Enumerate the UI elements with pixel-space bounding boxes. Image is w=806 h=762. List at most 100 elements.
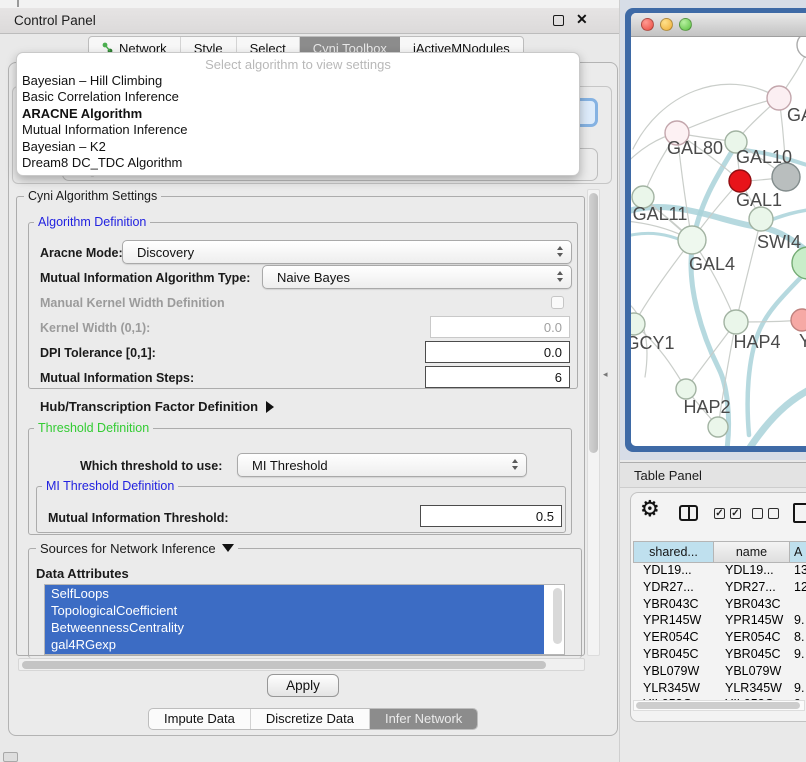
top-tick-mark (17, 0, 19, 7)
node-label: GCY1 (631, 333, 675, 353)
algorithm-dropdown-prompt: Select algorithm to view settings (17, 56, 579, 73)
network-window-titlebar[interactable] (631, 13, 806, 37)
node-label: GAL (787, 105, 806, 125)
close-icon[interactable]: ✕ (576, 11, 588, 28)
network-node[interactable] (708, 417, 728, 437)
network-node-swi4[interactable] (749, 207, 773, 231)
node-label: HAP2 (683, 397, 730, 417)
checked-checkbox-icon: ✓ (714, 508, 725, 519)
node-label: GAL4 (689, 254, 735, 274)
hub-definition-toggle[interactable]: Hub/Transcription Factor Definition (40, 399, 274, 414)
new-table-icon[interactable] (793, 503, 806, 523)
table-cell: YBR045C (725, 647, 781, 661)
node-label: GAL1 (736, 190, 782, 210)
hidden-panel-tab[interactable] (3, 752, 18, 762)
network-canvas[interactable]: GALGAL80GAL10GAL1GAL11SWI4GAL4GCY1HAP4YH… (631, 37, 806, 446)
sources-toggle[interactable]: Sources for Network Inference (36, 541, 238, 556)
gear-icon[interactable]: ⚙ (640, 496, 660, 522)
table-horizontal-scrollbar[interactable] (633, 700, 805, 711)
tab-infer-network[interactable]: Infer Network (370, 709, 477, 729)
algorithm-definition-label: Algorithm Definition (34, 215, 150, 229)
cyni-bottom-tabbar: Impute Data Discretize Data Infer Networ… (148, 708, 478, 730)
column-header-shared-name[interactable]: shared... (633, 541, 714, 563)
table-panel-title: Table Panel (634, 468, 702, 483)
split-columns-icon[interactable] (679, 505, 698, 521)
network-edge[interactable] (634, 240, 692, 324)
scrollbar-thumb[interactable] (22, 661, 546, 669)
table-row[interactable]: YBR043CYBR043C (633, 597, 806, 614)
list-scrollbar[interactable] (553, 588, 562, 644)
tab-discretize-data[interactable]: Discretize Data (251, 709, 370, 729)
network-node-hap2[interactable] (676, 379, 696, 399)
algorithm-option[interactable]: Bayesian – K2 (17, 139, 579, 155)
attribute-item[interactable]: TopologicalCoefficient (45, 602, 544, 619)
table-cell: 9. (794, 613, 804, 627)
mi-steps-field[interactable] (425, 366, 570, 388)
column-header-partial[interactable]: A (790, 541, 806, 563)
table-cell: YPR145W (643, 613, 701, 627)
table-cell: YLR345W (725, 681, 782, 695)
algorithm-option[interactable]: Bayesian – Hill Climbing (17, 73, 579, 89)
select-all-columns-icon[interactable]: ✓ ✓ (714, 508, 741, 519)
table-row[interactable]: YDL19...YDL19...13 (633, 563, 806, 580)
table-row[interactable]: YER054CYER054C8. (633, 630, 806, 647)
settings-vertical-scrollbar[interactable] (587, 189, 600, 656)
scrollbar-thumb[interactable] (589, 193, 598, 453)
column-header-name[interactable]: name (714, 541, 790, 563)
table-cell: YDR27... (643, 580, 694, 594)
manual-kernel-checkbox[interactable] (551, 296, 564, 309)
panel-title: Control Panel (14, 13, 96, 28)
tab-impute-data[interactable]: Impute Data (149, 709, 251, 729)
node-label: GAL10 (736, 147, 792, 167)
table-cell: YLR345W (643, 681, 700, 695)
network-node-hap4[interactable] (724, 310, 748, 334)
mi-type-label: Mutual Information Algorithm Type: (40, 271, 250, 285)
float-panel-icon[interactable] (553, 15, 564, 26)
table-cell: YDL19... (643, 563, 692, 577)
dpi-tolerance-field[interactable] (425, 341, 570, 363)
network-node-gal4[interactable] (678, 226, 706, 254)
top-strip (0, 0, 620, 8)
network-edge[interactable] (749, 387, 806, 446)
network-node[interactable] (797, 37, 806, 58)
network-edge[interactable] (677, 98, 779, 133)
mi-threshold-field[interactable] (420, 505, 562, 527)
which-threshold-combo[interactable]: MI Threshold (237, 453, 527, 477)
algorithm-option[interactable]: Basic Correlation Inference (17, 89, 579, 105)
table-row[interactable]: YPR145WYPR145W9. (633, 613, 806, 630)
stepper-icon (557, 271, 563, 282)
kernel-width-field[interactable] (430, 316, 570, 338)
deselect-all-columns-icon[interactable] (752, 508, 779, 519)
mi-type-combo[interactable]: Naive Bayes (262, 265, 572, 289)
close-window-button[interactable] (641, 18, 654, 31)
network-node[interactable] (772, 163, 800, 191)
settings-horizontal-scrollbar[interactable] (18, 658, 585, 671)
data-attributes-list[interactable]: SelfLoopsTopologicalCoefficientBetweenne… (44, 584, 565, 655)
mi-threshold-group-label: MI Threshold Definition (42, 479, 178, 493)
table-cell: YBR043C (643, 597, 699, 611)
table-row[interactable]: YBL079WYBL079W (633, 664, 806, 681)
algorithm-option[interactable]: Dream8 DC_TDC Algorithm (17, 155, 579, 171)
network-graph[interactable]: GALGAL80GAL10GAL1GAL11SWI4GAL4GCY1HAP4YH… (631, 37, 806, 446)
unchecked-checkbox-icon (752, 508, 763, 519)
algorithm-option[interactable]: ARACNE Algorithm (17, 106, 579, 122)
table-row[interactable]: YLR345WYLR345W9. (633, 681, 806, 698)
scrollbar-thumb[interactable] (636, 702, 800, 709)
attribute-item[interactable]: BetweennessCentrality (45, 619, 544, 636)
control-panel-titlebar: Control Panel ✕ (0, 8, 620, 34)
table-panel-titlebar: Table Panel (620, 462, 806, 488)
network-view-window[interactable]: GALGAL80GAL10GAL1GAL11SWI4GAL4GCY1HAP4YH… (625, 8, 806, 452)
apply-button[interactable]: Apply (267, 674, 339, 697)
table-cell: YBL079W (643, 664, 699, 678)
aracne-mode-combo[interactable]: Discovery (122, 240, 572, 264)
network-node-y[interactable] (791, 309, 806, 331)
splitter-collapse-icon[interactable]: ◂ (603, 369, 608, 380)
minimize-window-button[interactable] (660, 18, 673, 31)
algorithm-option[interactable]: Mutual Information Inference (17, 122, 579, 138)
network-node-gal1[interactable] (729, 170, 751, 192)
attribute-item[interactable]: SelfLoops (45, 585, 544, 602)
attribute-item[interactable]: gal4RGexp (45, 636, 544, 653)
table-row[interactable]: YDR27...YDR27...12 (633, 580, 806, 597)
table-row[interactable]: YBR045CYBR045C9. (633, 647, 806, 664)
zoom-window-button[interactable] (679, 18, 692, 31)
